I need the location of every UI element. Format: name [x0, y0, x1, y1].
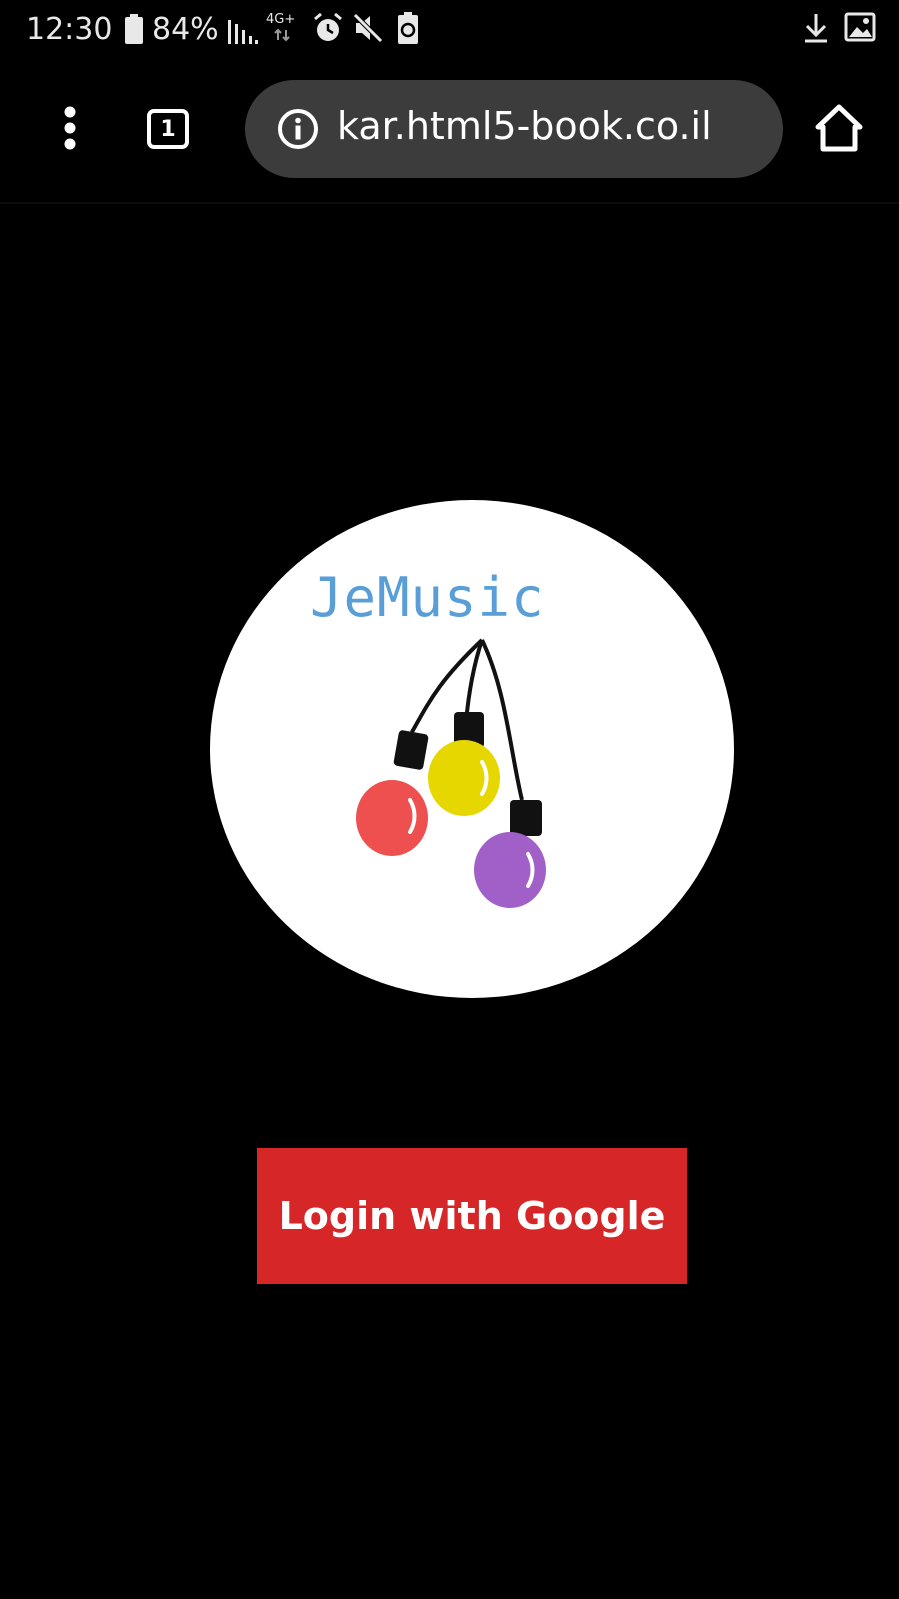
info-icon[interactable]: [277, 108, 319, 150]
menu-button[interactable]: [50, 100, 90, 156]
battery-percent: 84%: [152, 12, 219, 47]
battery-icon: [125, 14, 143, 44]
download-icon: [805, 14, 827, 43]
login-with-google-button[interactable]: Login with Google: [257, 1148, 687, 1284]
network-type-label: 4G+: [266, 12, 295, 27]
network-icon: 4G+: [266, 12, 295, 42]
purple-bulb: [474, 800, 546, 908]
signal-icon: [228, 20, 258, 44]
url-bar[interactable]: kar.html5-book.co.il: [245, 80, 783, 178]
mute-icon: [353, 13, 383, 43]
image-icon: [844, 12, 876, 42]
app-logo: JeMusic: [210, 500, 734, 998]
menu-icon: [64, 106, 76, 150]
battery-saver-icon: [398, 12, 418, 44]
status-bar: 12:30 84% 4G+: [0, 0, 899, 62]
status-time: 12:30: [26, 12, 113, 47]
home-icon[interactable]: [813, 102, 865, 154]
alarm-icon: [314, 12, 342, 41]
tab-count: 1: [160, 116, 176, 142]
yellow-bulb: [428, 712, 500, 816]
url-text[interactable]: kar.html5-book.co.il: [337, 104, 712, 148]
browser-toolbar: 1 kar.html5-book.co.il: [0, 62, 899, 204]
tabs-button[interactable]: 1: [147, 109, 189, 149]
red-bulb: [356, 730, 429, 856]
lightbulbs-illustration: [356, 638, 546, 908]
